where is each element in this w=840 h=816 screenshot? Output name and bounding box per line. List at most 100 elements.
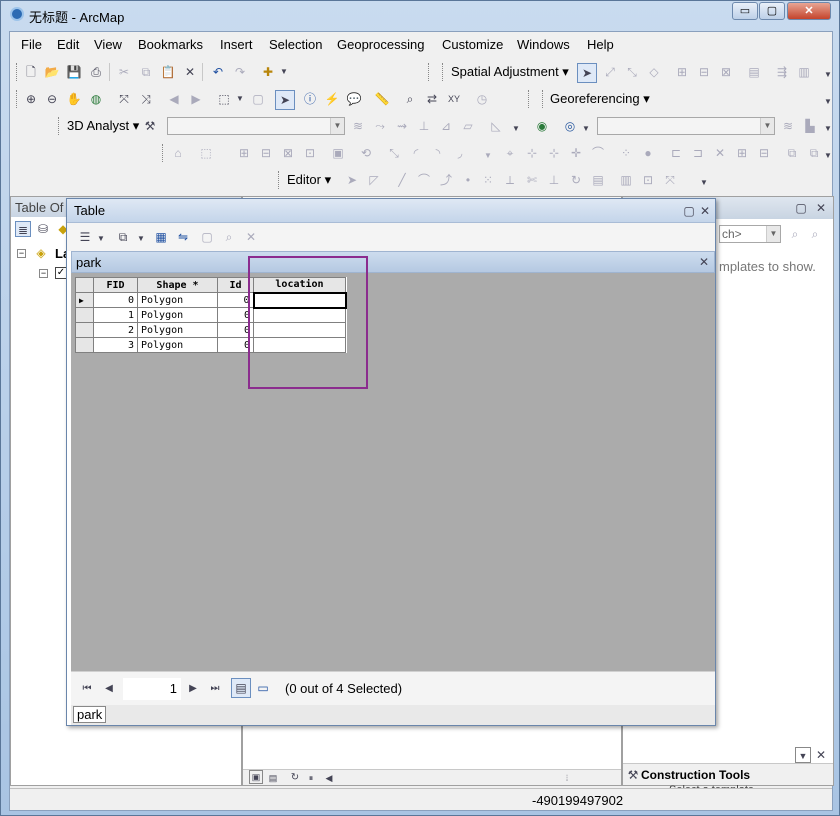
next-record-icon[interactable]: ▶ xyxy=(185,681,201,697)
close-table-icon[interactable]: ✕ xyxy=(697,203,713,219)
layout-view-icon[interactable]: ▤ xyxy=(265,770,281,786)
menu-help[interactable]: Help xyxy=(587,37,614,52)
undo-icon[interactable]: ↶ xyxy=(210,64,226,80)
3d-layer-combo[interactable]: ▼ xyxy=(167,117,345,135)
go-to-xy-icon[interactable]: XY xyxy=(446,91,462,107)
redo-icon[interactable]: ↷ xyxy=(232,64,248,80)
identify-icon[interactable]: ⓘ xyxy=(302,91,318,107)
trace-icon[interactable]: ⤴ xyxy=(438,172,454,188)
row-selector[interactable] xyxy=(75,307,94,323)
histogram-icon[interactable]: ▙ xyxy=(802,118,818,134)
clear-selection-icon[interactable]: ▢ xyxy=(199,229,215,245)
menu-customize[interactable]: Customize xyxy=(442,37,503,52)
paste-icon[interactable]: 📋 xyxy=(160,64,176,80)
multi-link-icon[interactable]: ◇ xyxy=(646,64,662,80)
search-icon[interactable]: ⌕ xyxy=(787,226,803,242)
crossing-icon[interactable]: ✕ xyxy=(712,145,728,161)
chevron-down-icon[interactable]: ▼ xyxy=(480,148,496,164)
clear-selection-icon[interactable]: ▢ xyxy=(250,91,266,107)
scroll-thumb-icon[interactable]: ⦙ xyxy=(559,770,575,786)
refresh-icon[interactable]: ↻ xyxy=(287,770,303,786)
generalize-icon[interactable]: ⁘ xyxy=(618,145,634,161)
cell-shape[interactable]: Polygon xyxy=(137,307,218,323)
menu-edit[interactable]: Edit xyxy=(57,37,79,52)
split-icon[interactable]: ⊞ xyxy=(236,145,252,161)
vertex-icon[interactable]: ⊹ xyxy=(524,145,540,161)
select-features-icon[interactable]: ⬚ xyxy=(216,91,232,107)
row-selector[interactable] xyxy=(75,322,94,338)
create-features-icon[interactable]: ⊡ xyxy=(640,172,656,188)
menu-file[interactable]: File xyxy=(21,37,42,52)
back-icon[interactable]: ◀ xyxy=(166,91,182,107)
list-by-source-icon[interactable]: ⛁ xyxy=(35,221,51,237)
arcglobe-icon[interactable]: ◎ xyxy=(562,118,578,134)
toolbar-grip[interactable] xyxy=(16,63,20,81)
attribute-transfer-icon[interactable]: ⇶ xyxy=(774,64,790,80)
line-intersection-icon[interactable]: ⌖ xyxy=(502,145,518,161)
toolbar-grip[interactable] xyxy=(442,63,446,81)
record-number-input[interactable]: 1 xyxy=(123,678,181,700)
link-table-icon[interactable]: ⊞ xyxy=(674,64,690,80)
collapse-icon[interactable]: − xyxy=(17,249,26,258)
menu-bookmarks[interactable]: Bookmarks xyxy=(138,37,203,52)
toolbar-grip[interactable] xyxy=(542,90,546,108)
arcscene-icon[interactable]: ◉ xyxy=(534,118,550,134)
cell-fid[interactable]: 1 xyxy=(93,307,138,323)
toolbar-overflow-icon[interactable]: ▼ xyxy=(820,67,836,83)
scroll-left-icon[interactable]: ◀ xyxy=(321,770,337,786)
menu-geoprocessing[interactable]: Geoprocessing xyxy=(337,37,424,52)
toolbar-grip[interactable] xyxy=(16,90,20,108)
chevron-down-icon[interactable]: ▼ xyxy=(330,118,344,134)
previous-record-icon[interactable]: ◀ xyxy=(101,681,117,697)
toolbar-grip[interactable] xyxy=(278,171,282,189)
reshape-icon[interactable]: ⬚ xyxy=(198,145,214,161)
straight-segment-icon[interactable]: ╱ xyxy=(394,172,410,188)
steepest-path-icon[interactable]: ⤳ xyxy=(372,118,388,134)
table-tool-icon[interactable]: ⊞ xyxy=(734,145,750,161)
delete-selected-icon[interactable]: ✕ xyxy=(243,229,259,245)
map-scrollbar[interactable]: ▣ ▤ ↻ ⏸ ◀ ⦙ xyxy=(243,769,621,785)
interpolate-line-icon[interactable]: ⊿ xyxy=(438,118,454,134)
chevron-down-icon[interactable]: ▼ xyxy=(508,121,524,137)
snapping-icon[interactable]: ⤧ xyxy=(662,172,678,188)
forward-icon[interactable]: ▶ xyxy=(188,91,204,107)
html-popup-icon[interactable]: 💬 xyxy=(346,91,362,107)
chevron-down-icon[interactable]: ▼ xyxy=(578,121,594,137)
collapse-icon[interactable]: − xyxy=(39,269,48,278)
editor-menu[interactable]: Editor ▾ xyxy=(287,172,331,188)
view-link-table-icon[interactable]: ▤ xyxy=(746,64,762,80)
edit-tool-icon[interactable]: ⌂ xyxy=(170,145,186,161)
toolbar-overflow-icon[interactable]: ▼ xyxy=(820,94,836,110)
column-header-fid[interactable]: FID xyxy=(93,277,138,293)
hammer-icon[interactable]: ⚒ xyxy=(142,118,158,134)
menu-selection[interactable]: Selection xyxy=(269,37,322,52)
union-icon[interactable]: ⊠ xyxy=(280,145,296,161)
end-point-arc-icon[interactable]: ⌒ xyxy=(416,172,432,188)
print-icon[interactable]: ⎙ xyxy=(88,64,104,80)
zoom-to-selected-icon[interactable]: ⌕ xyxy=(221,229,237,245)
open-folder-icon[interactable]: 📂 xyxy=(44,64,60,80)
select-elements-icon[interactable]: ➤ xyxy=(275,90,295,110)
surface-combo[interactable]: ▼ xyxy=(597,117,775,135)
pause-icon[interactable]: ⏸ xyxy=(303,770,319,786)
chevron-down-icon[interactable]: ▼ xyxy=(133,231,149,247)
clip-icon[interactable]: ⊡ xyxy=(302,145,318,161)
menu-windows[interactable]: Windows xyxy=(517,37,570,52)
midpoint-icon[interactable]: ⊹ xyxy=(546,145,562,161)
zoom-out-icon[interactable]: ⊖ xyxy=(44,91,60,107)
edit-tool-icon[interactable]: ➤ xyxy=(344,172,360,188)
add-data-icon[interactable]: ✚ xyxy=(260,64,276,80)
contour-icon[interactable]: ≋ xyxy=(780,118,796,134)
select-by-attributes-icon[interactable]: ▦ xyxy=(153,229,169,245)
maximize-table-icon[interactable]: ▢ xyxy=(681,203,697,219)
chevron-down-icon[interactable]: ▼ xyxy=(760,118,774,134)
close-tab-icon[interactable]: ✕ xyxy=(696,254,712,270)
close-button[interactable]: ✕ xyxy=(787,2,831,20)
table-tab-park[interactable]: park xyxy=(73,706,107,723)
menu-insert[interactable]: Insert xyxy=(220,37,253,52)
scale-icon[interactable]: ⤡ xyxy=(386,145,402,161)
extend-icon[interactable]: ◞ xyxy=(452,145,468,161)
time-slider-icon[interactable]: ◷ xyxy=(474,91,490,107)
buffer-icon[interactable]: ▣ xyxy=(330,145,346,161)
maximize-button[interactable]: ▢ xyxy=(759,2,785,20)
